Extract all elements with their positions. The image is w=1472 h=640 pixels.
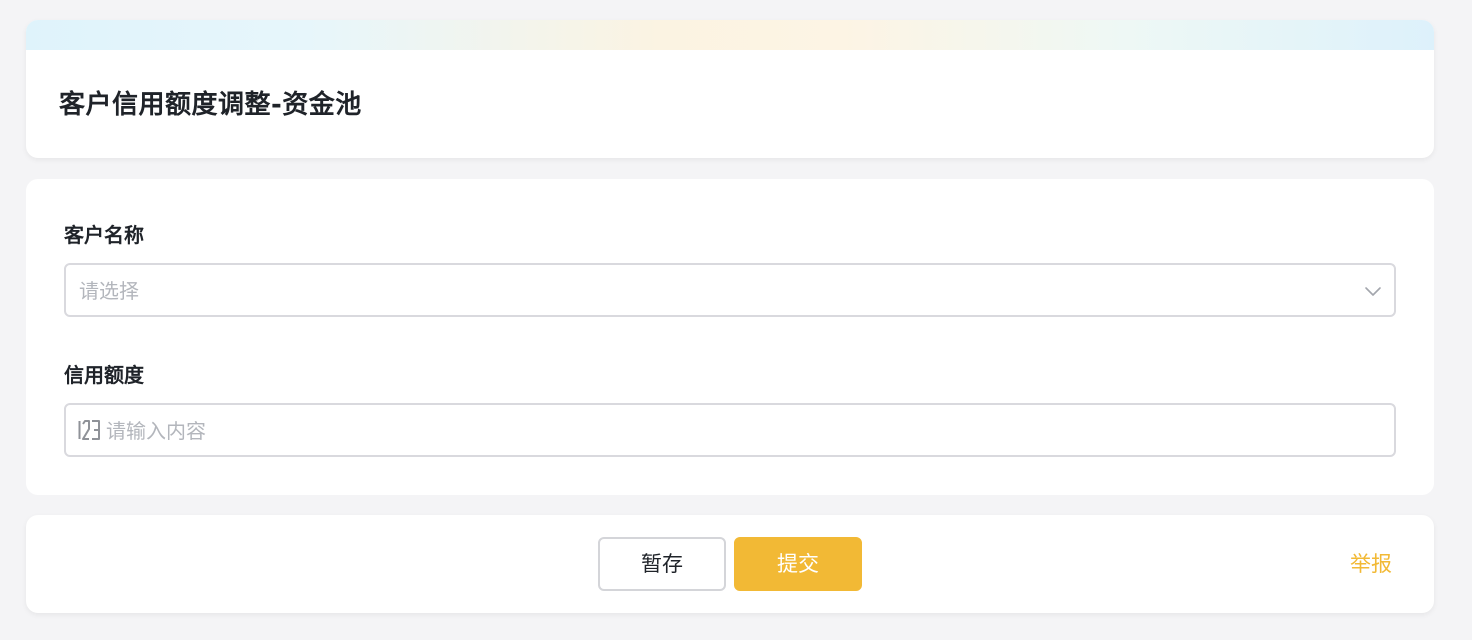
header-card: 客户信用额度调整-资金池 (26, 20, 1434, 158)
customer-name-label: 客户名称 (64, 223, 144, 247)
chevron-down-icon (1365, 287, 1381, 296)
footer-action-bar: 暂存 提交 举报 (26, 515, 1434, 613)
header-gradient-banner (26, 20, 1434, 50)
report-link[interactable]: 举报 (1350, 550, 1392, 578)
number-123-icon (78, 420, 100, 440)
customer-name-placeholder: 请选择 (79, 279, 139, 303)
form-card: 客户名称 请选择 信用额度 (26, 179, 1434, 495)
page-title: 客户信用额度调整-资金池 (59, 90, 362, 120)
save-draft-button[interactable]: 暂存 (598, 537, 726, 591)
submit-button[interactable]: 提交 (734, 537, 862, 591)
credit-limit-label: 信用额度 (64, 363, 144, 387)
credit-limit-field (64, 403, 1396, 457)
credit-limit-input[interactable] (106, 417, 1376, 445)
customer-name-select[interactable]: 请选择 (64, 263, 1396, 317)
